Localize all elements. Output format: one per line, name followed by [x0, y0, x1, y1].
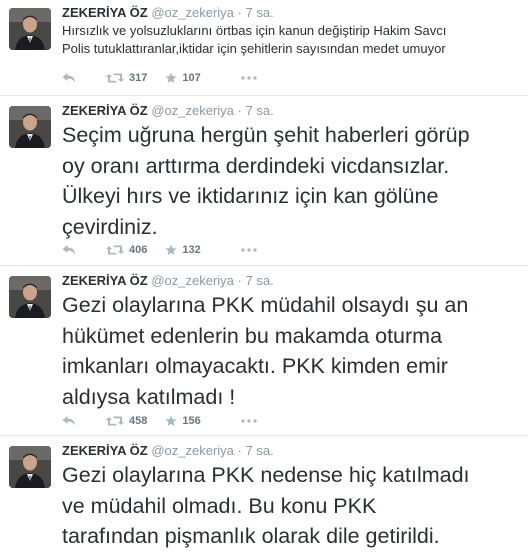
tweet-text-line: Polis tutuklattıranlar,iktidar için şehi…: [62, 41, 446, 56]
tweet-text-line: tarafından pişmanlık olarak dile getiril…: [62, 524, 440, 548]
tweet-text: Gezi olaylarına PKK müdahil olsaydı şu a…: [62, 290, 522, 412]
author-name[interactable]: ZEKERİYA ÖZ: [62, 273, 148, 288]
tweet-4[interactable]: ZEKERİYA ÖZ @oz_zekeriya · 7 sa. Gezi ol…: [0, 436, 528, 552]
retweet-count: 458: [129, 415, 148, 427]
author-name[interactable]: ZEKERİYA ÖZ: [62, 5, 148, 20]
tweet-text: Gezi olaylarına PKK nedense hiç katılmad…: [62, 460, 522, 552]
more-icon: [241, 76, 257, 80]
tweet-text-line: ve müdahil olmadı. Bu konu PKK: [62, 493, 377, 518]
timestamp[interactable]: 7 sa.: [246, 273, 274, 288]
reply-button[interactable]: [62, 244, 88, 256]
retweet-icon: [106, 416, 124, 426]
more-button[interactable]: [241, 419, 257, 423]
reply-icon: [62, 245, 75, 255]
more-button[interactable]: [241, 76, 257, 80]
tweet-text: Seçim uğruna hergün şehit haberleri görü…: [62, 120, 522, 242]
retweet-button[interactable]: 406: [106, 244, 147, 256]
tweet-3[interactable]: ZEKERİYA ÖZ @oz_zekeriya · 7 sa. Gezi ol…: [0, 266, 528, 436]
tweet-header: ZEKERİYA ÖZ @oz_zekeriya · 7 sa.: [62, 5, 274, 21]
tweet-header: ZEKERİYA ÖZ @oz_zekeriya · 7 sa.: [62, 103, 274, 119]
tweet-header: ZEKERİYA ÖZ @oz_zekeriya · 7 sa.: [62, 443, 274, 459]
more-button[interactable]: [241, 248, 257, 252]
tweet-actions: 317 107: [62, 70, 275, 86]
tweet-2[interactable]: ZEKERİYA ÖZ @oz_zekeriya · 7 sa. Seçim u…: [0, 96, 528, 266]
author-name[interactable]: ZEKERİYA ÖZ: [62, 103, 148, 118]
tweet-actions: 458 156: [62, 413, 275, 429]
author-name[interactable]: ZEKERİYA ÖZ: [62, 443, 148, 458]
author-handle[interactable]: @oz_zekeriya: [151, 5, 234, 20]
avatar[interactable]: [9, 276, 51, 318]
favorite-button[interactable]: 107: [165, 72, 201, 84]
tweet-text-line: Seçim uğruna hergün şehit haberleri görü…: [62, 123, 470, 147]
tweet-text-line: aldıysa katılmadı !: [62, 384, 236, 409]
favorite-button[interactable]: 132: [165, 244, 201, 256]
tweet-text-line: Ülkeyi hırs ve iktidarınız için kan gölü…: [62, 184, 439, 208]
tweet-text-line: hükümet edenlerin bu makamda oturma: [62, 323, 443, 348]
retweet-count: 406: [129, 244, 148, 256]
tweet-header: ZEKERİYA ÖZ @oz_zekeriya · 7 sa.: [62, 273, 274, 289]
favorite-icon: [165, 415, 177, 426]
author-handle[interactable]: @oz_zekeriya: [151, 103, 234, 118]
favorite-count: 156: [182, 415, 201, 427]
reply-button[interactable]: [62, 72, 88, 84]
tweet-text-line: Gezi olaylarına PKK nedense hiç katılmad…: [62, 463, 470, 487]
retweet-button[interactable]: 458: [106, 415, 147, 427]
tweet-text-line: Gezi olaylarına PKK müdahil olsaydı şu a…: [62, 293, 469, 317]
avatar[interactable]: [9, 446, 51, 488]
favorite-button[interactable]: 156: [165, 415, 201, 427]
more-icon: [241, 419, 257, 423]
favorite-icon: [165, 244, 177, 255]
separator-dot: ·: [237, 443, 242, 458]
tweet-text-line: oy oranı arttırma derdindeki vicdansızla…: [62, 153, 450, 178]
tweet-text-line: imkanları olmayacaktı. PKK kimden emir: [62, 354, 448, 378]
reply-icon: [62, 73, 75, 83]
favorite-count: 132: [182, 244, 201, 256]
timestamp[interactable]: 7 sa.: [246, 5, 274, 20]
timestamp[interactable]: 7 sa.: [246, 443, 274, 458]
retweet-icon: [106, 245, 124, 255]
favorite-icon: [165, 72, 177, 83]
reply-icon: [62, 416, 75, 426]
reply-button[interactable]: [62, 415, 88, 427]
author-handle[interactable]: @oz_zekeriya: [151, 273, 234, 288]
tweet-1[interactable]: ZEKERİYA ÖZ @oz_zekeriya · 7 sa. Hırsızl…: [0, 0, 528, 96]
tweet-text: Hırsızlık ve yolsuzluklarını örtbas için…: [62, 22, 512, 58]
tweet-actions: 406 132: [62, 242, 275, 258]
tweet-text-line: Hırsızlık ve yolsuzluklarını örtbas için…: [62, 23, 447, 38]
retweet-icon: [106, 73, 124, 83]
separator-dot: ·: [237, 5, 242, 20]
timestamp[interactable]: 7 sa.: [246, 103, 274, 118]
tweet-text-line: çevirdiniz.: [62, 214, 158, 239]
avatar[interactable]: [9, 106, 51, 148]
avatar[interactable]: [9, 8, 51, 50]
author-handle[interactable]: @oz_zekeriya: [151, 443, 234, 458]
more-icon: [241, 248, 257, 252]
separator-dot: ·: [237, 273, 242, 288]
retweet-count: 317: [129, 72, 148, 84]
separator-dot: ·: [237, 103, 242, 118]
retweet-button[interactable]: 317: [106, 72, 147, 84]
favorite-count: 107: [182, 72, 201, 84]
